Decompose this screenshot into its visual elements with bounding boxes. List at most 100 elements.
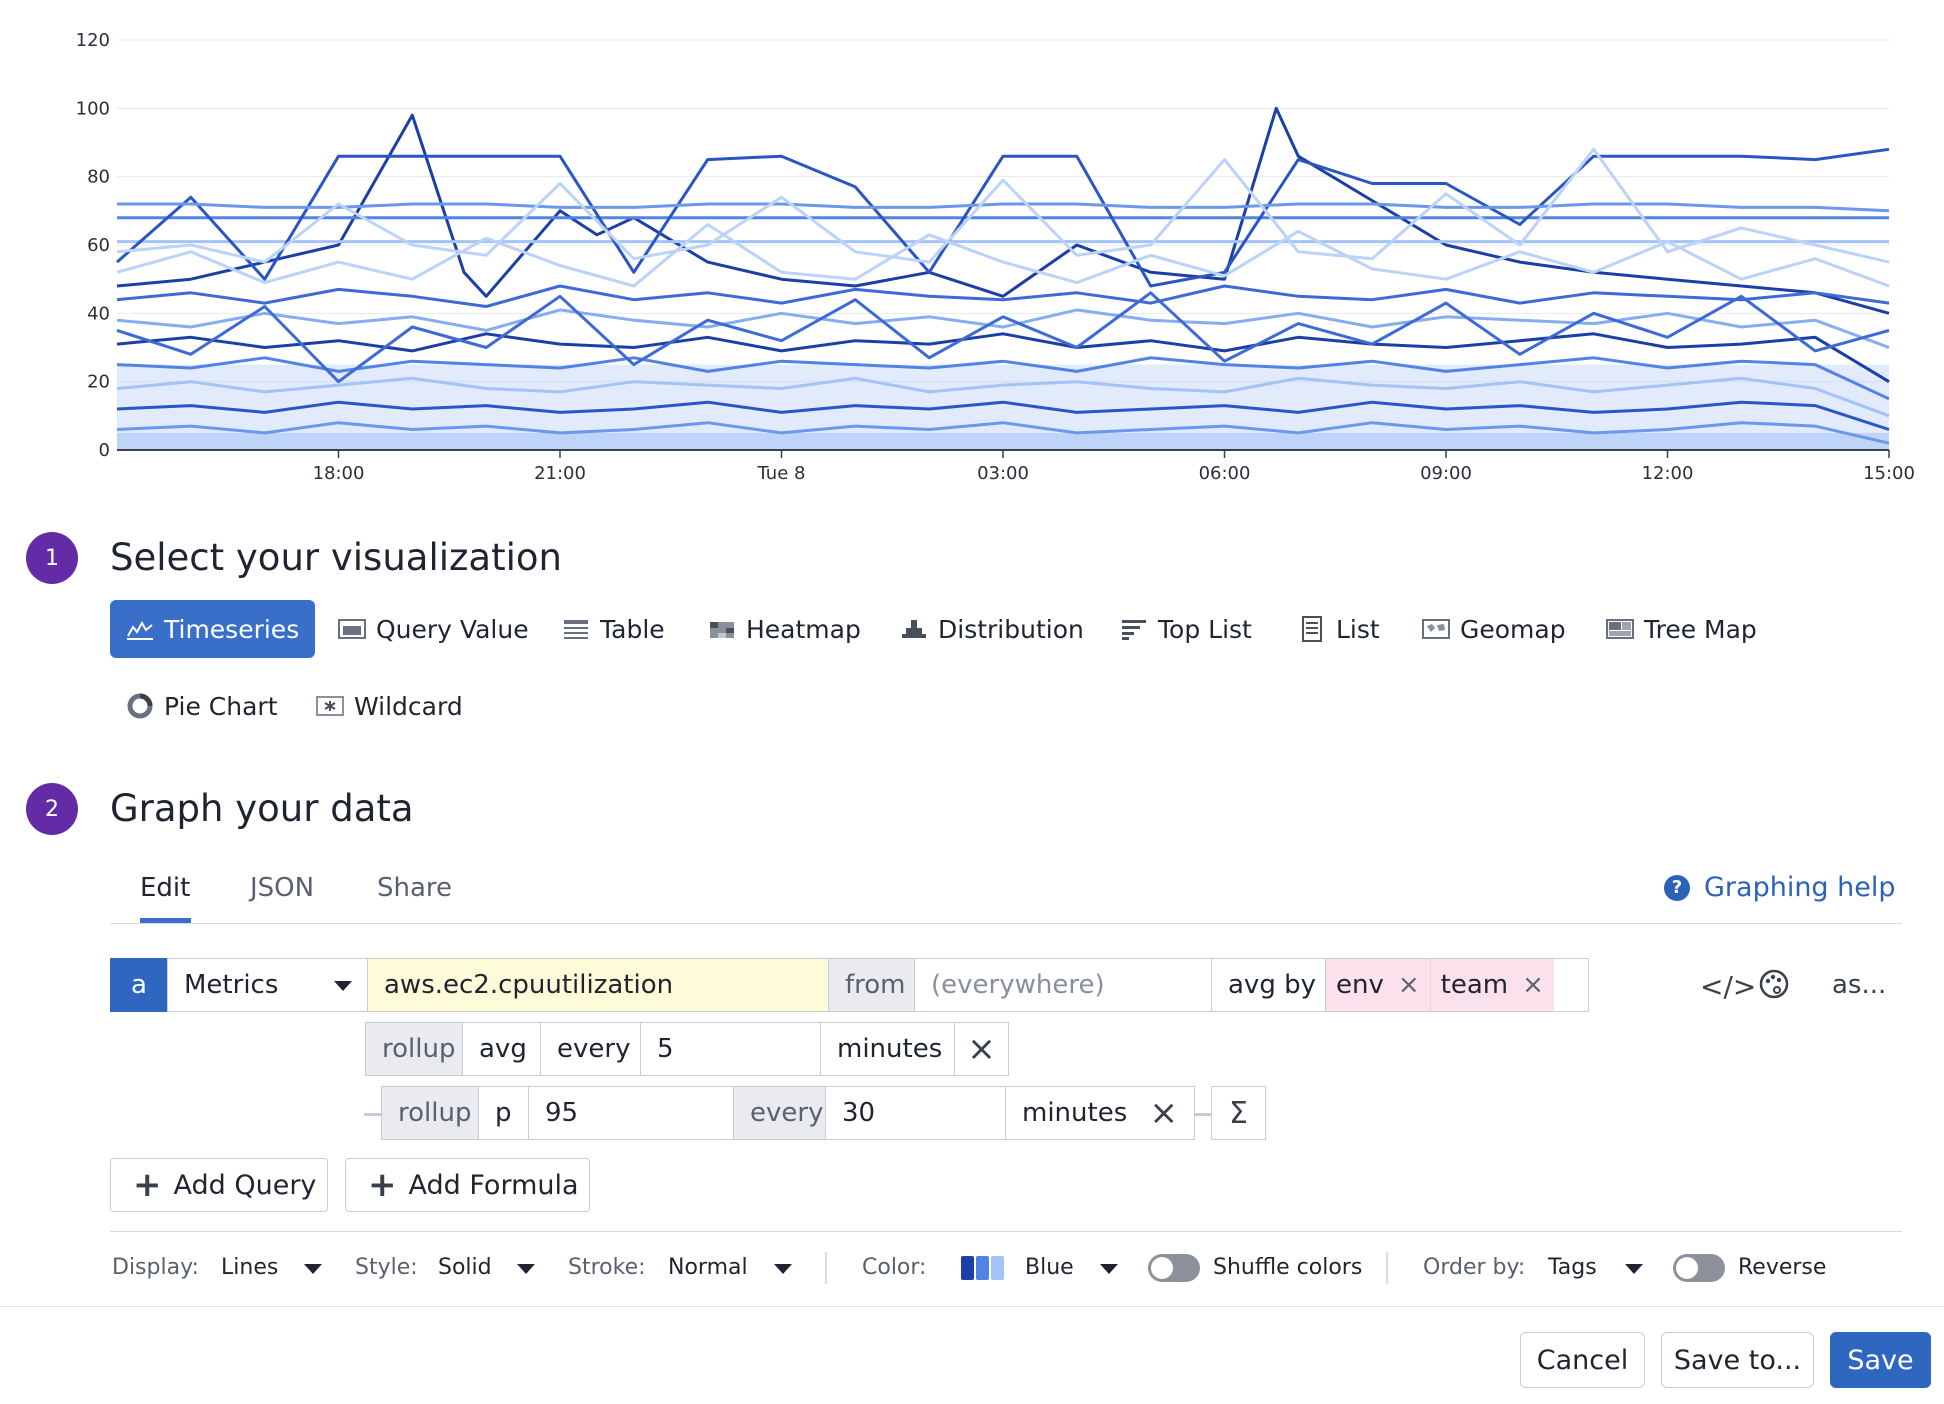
wildcard-icon bbox=[316, 694, 344, 718]
add-query-label: Add Query bbox=[173, 1169, 317, 1201]
viz-pie-chart[interactable]: Pie Chart bbox=[126, 677, 278, 735]
viz-label: Distribution bbox=[938, 614, 1084, 644]
stroke-label: Stroke: bbox=[568, 1255, 646, 1280]
save-to-button[interactable]: Save to... bbox=[1661, 1332, 1814, 1388]
viz-list[interactable]: List bbox=[1298, 600, 1380, 658]
order-by-select[interactable]: Tags bbox=[1548, 1255, 1597, 1280]
viz-distribution[interactable]: Distribution bbox=[900, 600, 1084, 658]
remove-tag-icon[interactable]: × bbox=[1398, 970, 1420, 1000]
save-button[interactable]: Save bbox=[1830, 1332, 1931, 1388]
viz-label: Geomap bbox=[1460, 614, 1566, 644]
sigma-icon[interactable]: Σ bbox=[1211, 1086, 1266, 1140]
rollup-interval-input[interactable]: 5 bbox=[640, 1022, 821, 1076]
from-label: from bbox=[828, 958, 915, 1012]
rollup-label: rollup bbox=[365, 1022, 463, 1076]
top-list-icon bbox=[1120, 617, 1148, 641]
tag-chip-env: env × bbox=[1326, 959, 1431, 1011]
order-by-label: Order by: bbox=[1423, 1255, 1526, 1280]
chevron-down-icon bbox=[774, 1264, 792, 1274]
rollup-percentile-input[interactable]: 95 bbox=[528, 1086, 734, 1140]
chevron-down-icon bbox=[1100, 1264, 1118, 1274]
plus-icon: + bbox=[368, 1165, 397, 1205]
palette-icon[interactable] bbox=[1758, 968, 1790, 1007]
reverse-toggle[interactable] bbox=[1673, 1254, 1725, 1282]
rollup-method[interactable]: p bbox=[478, 1086, 529, 1140]
add-formula-button[interactable]: + Add Formula bbox=[345, 1158, 590, 1212]
tab-json[interactable]: JSON bbox=[250, 873, 314, 903]
stroke-select[interactable]: Normal bbox=[668, 1255, 748, 1280]
shuffle-colors-label: Shuffle colors bbox=[1213, 1255, 1363, 1280]
section-title-visualization: Select your visualization bbox=[110, 536, 562, 579]
list-icon bbox=[1298, 616, 1326, 642]
alias-button[interactable]: as... bbox=[1832, 970, 1886, 1000]
code-icon[interactable]: </> bbox=[1700, 970, 1756, 1003]
color-select[interactable]: Blue bbox=[1025, 1255, 1074, 1280]
x-tick-label: 06:00 bbox=[1199, 463, 1251, 484]
viz-timeseries[interactable]: Timeseries bbox=[110, 600, 316, 658]
viz-geomap[interactable]: Geomap bbox=[1422, 600, 1566, 658]
color-swatch-icon bbox=[961, 1256, 1004, 1280]
viz-top-list[interactable]: Top List bbox=[1120, 600, 1252, 658]
y-tick-label: 120 bbox=[76, 30, 110, 51]
viz-label: Wildcard bbox=[354, 691, 463, 721]
viz-label: Query Value bbox=[376, 614, 529, 644]
viz-table[interactable]: Table bbox=[562, 600, 665, 658]
geomap-icon bbox=[1422, 617, 1450, 641]
tab-edit[interactable]: Edit bbox=[140, 873, 190, 903]
shuffle-colors-toggle[interactable] bbox=[1148, 1254, 1200, 1282]
chart-series bbox=[116, 106, 1890, 450]
data-source-value: Metrics bbox=[184, 970, 279, 1000]
color-label: Color: bbox=[862, 1255, 927, 1280]
x-tick-label: 15:00 bbox=[1863, 463, 1915, 484]
tag-label: team bbox=[1440, 970, 1509, 1000]
tab-share[interactable]: Share bbox=[377, 873, 452, 903]
x-tick-label: Tue 8 bbox=[757, 463, 806, 484]
style-select[interactable]: Solid bbox=[438, 1255, 492, 1280]
cancel-button[interactable]: Cancel bbox=[1520, 1332, 1645, 1388]
viz-label: List bbox=[1336, 614, 1380, 644]
series-line bbox=[116, 106, 1890, 315]
chart-grid bbox=[117, 39, 1889, 383]
remove-rollup-icon[interactable]: × bbox=[954, 1022, 1009, 1076]
viz-label: Tree Map bbox=[1644, 614, 1757, 644]
pie-chart-icon bbox=[126, 693, 154, 719]
rollup-unit-select[interactable]: minutes bbox=[820, 1022, 955, 1076]
viz-heatmap[interactable]: Heatmap bbox=[708, 600, 861, 658]
metric-input[interactable]: aws.ec2.cpuutilization bbox=[367, 958, 829, 1012]
viz-label: Table bbox=[600, 614, 665, 644]
remove-tag-icon[interactable]: × bbox=[1522, 970, 1544, 1000]
viz-query-value[interactable]: Query Value bbox=[338, 600, 529, 658]
query-name-badge[interactable]: a bbox=[110, 958, 168, 1012]
rollup-interval-input[interactable]: 30 bbox=[825, 1086, 1006, 1140]
rollup-unit-select[interactable]: minutes × bbox=[1005, 1086, 1195, 1140]
options-separator bbox=[1386, 1252, 1388, 1284]
aggregation-select[interactable]: avg by bbox=[1211, 958, 1326, 1012]
display-label: Display: bbox=[112, 1255, 199, 1280]
viz-wildcard[interactable]: Wildcard bbox=[316, 677, 463, 735]
y-tick-label: 0 bbox=[99, 440, 110, 461]
step-1-badge: 1 bbox=[26, 532, 78, 584]
x-tick-label: 12:00 bbox=[1642, 463, 1694, 484]
help-icon: ? bbox=[1664, 874, 1690, 901]
group-by-field[interactable]: env × team × bbox=[1325, 958, 1589, 1012]
scope-input[interactable]: (everywhere) bbox=[914, 958, 1212, 1012]
rollup-method[interactable]: avg bbox=[462, 1022, 541, 1076]
x-tick-label: 18:00 bbox=[313, 463, 365, 484]
connector-line bbox=[364, 1113, 382, 1116]
timeseries-icon bbox=[126, 617, 154, 641]
viz-label: Top List bbox=[1158, 614, 1252, 644]
viz-tree-map[interactable]: Tree Map bbox=[1606, 600, 1757, 658]
series-fill bbox=[117, 432, 1889, 450]
add-formula-label: Add Formula bbox=[408, 1169, 579, 1201]
graphing-help-link[interactable]: ? Graphing help bbox=[1664, 872, 1896, 903]
add-query-button[interactable]: + Add Query bbox=[110, 1158, 328, 1212]
viz-label: Heatmap bbox=[746, 614, 861, 644]
display-select[interactable]: Lines bbox=[221, 1255, 278, 1280]
rollup-every-label: every bbox=[733, 1086, 826, 1140]
reverse-label: Reverse bbox=[1738, 1255, 1827, 1280]
viz-label: Pie Chart bbox=[164, 691, 278, 721]
chevron-down-icon bbox=[517, 1264, 535, 1274]
rollup-label: rollup bbox=[381, 1086, 479, 1140]
remove-rollup-icon[interactable]: × bbox=[1150, 1093, 1179, 1133]
tag-label: env bbox=[1336, 970, 1384, 1000]
